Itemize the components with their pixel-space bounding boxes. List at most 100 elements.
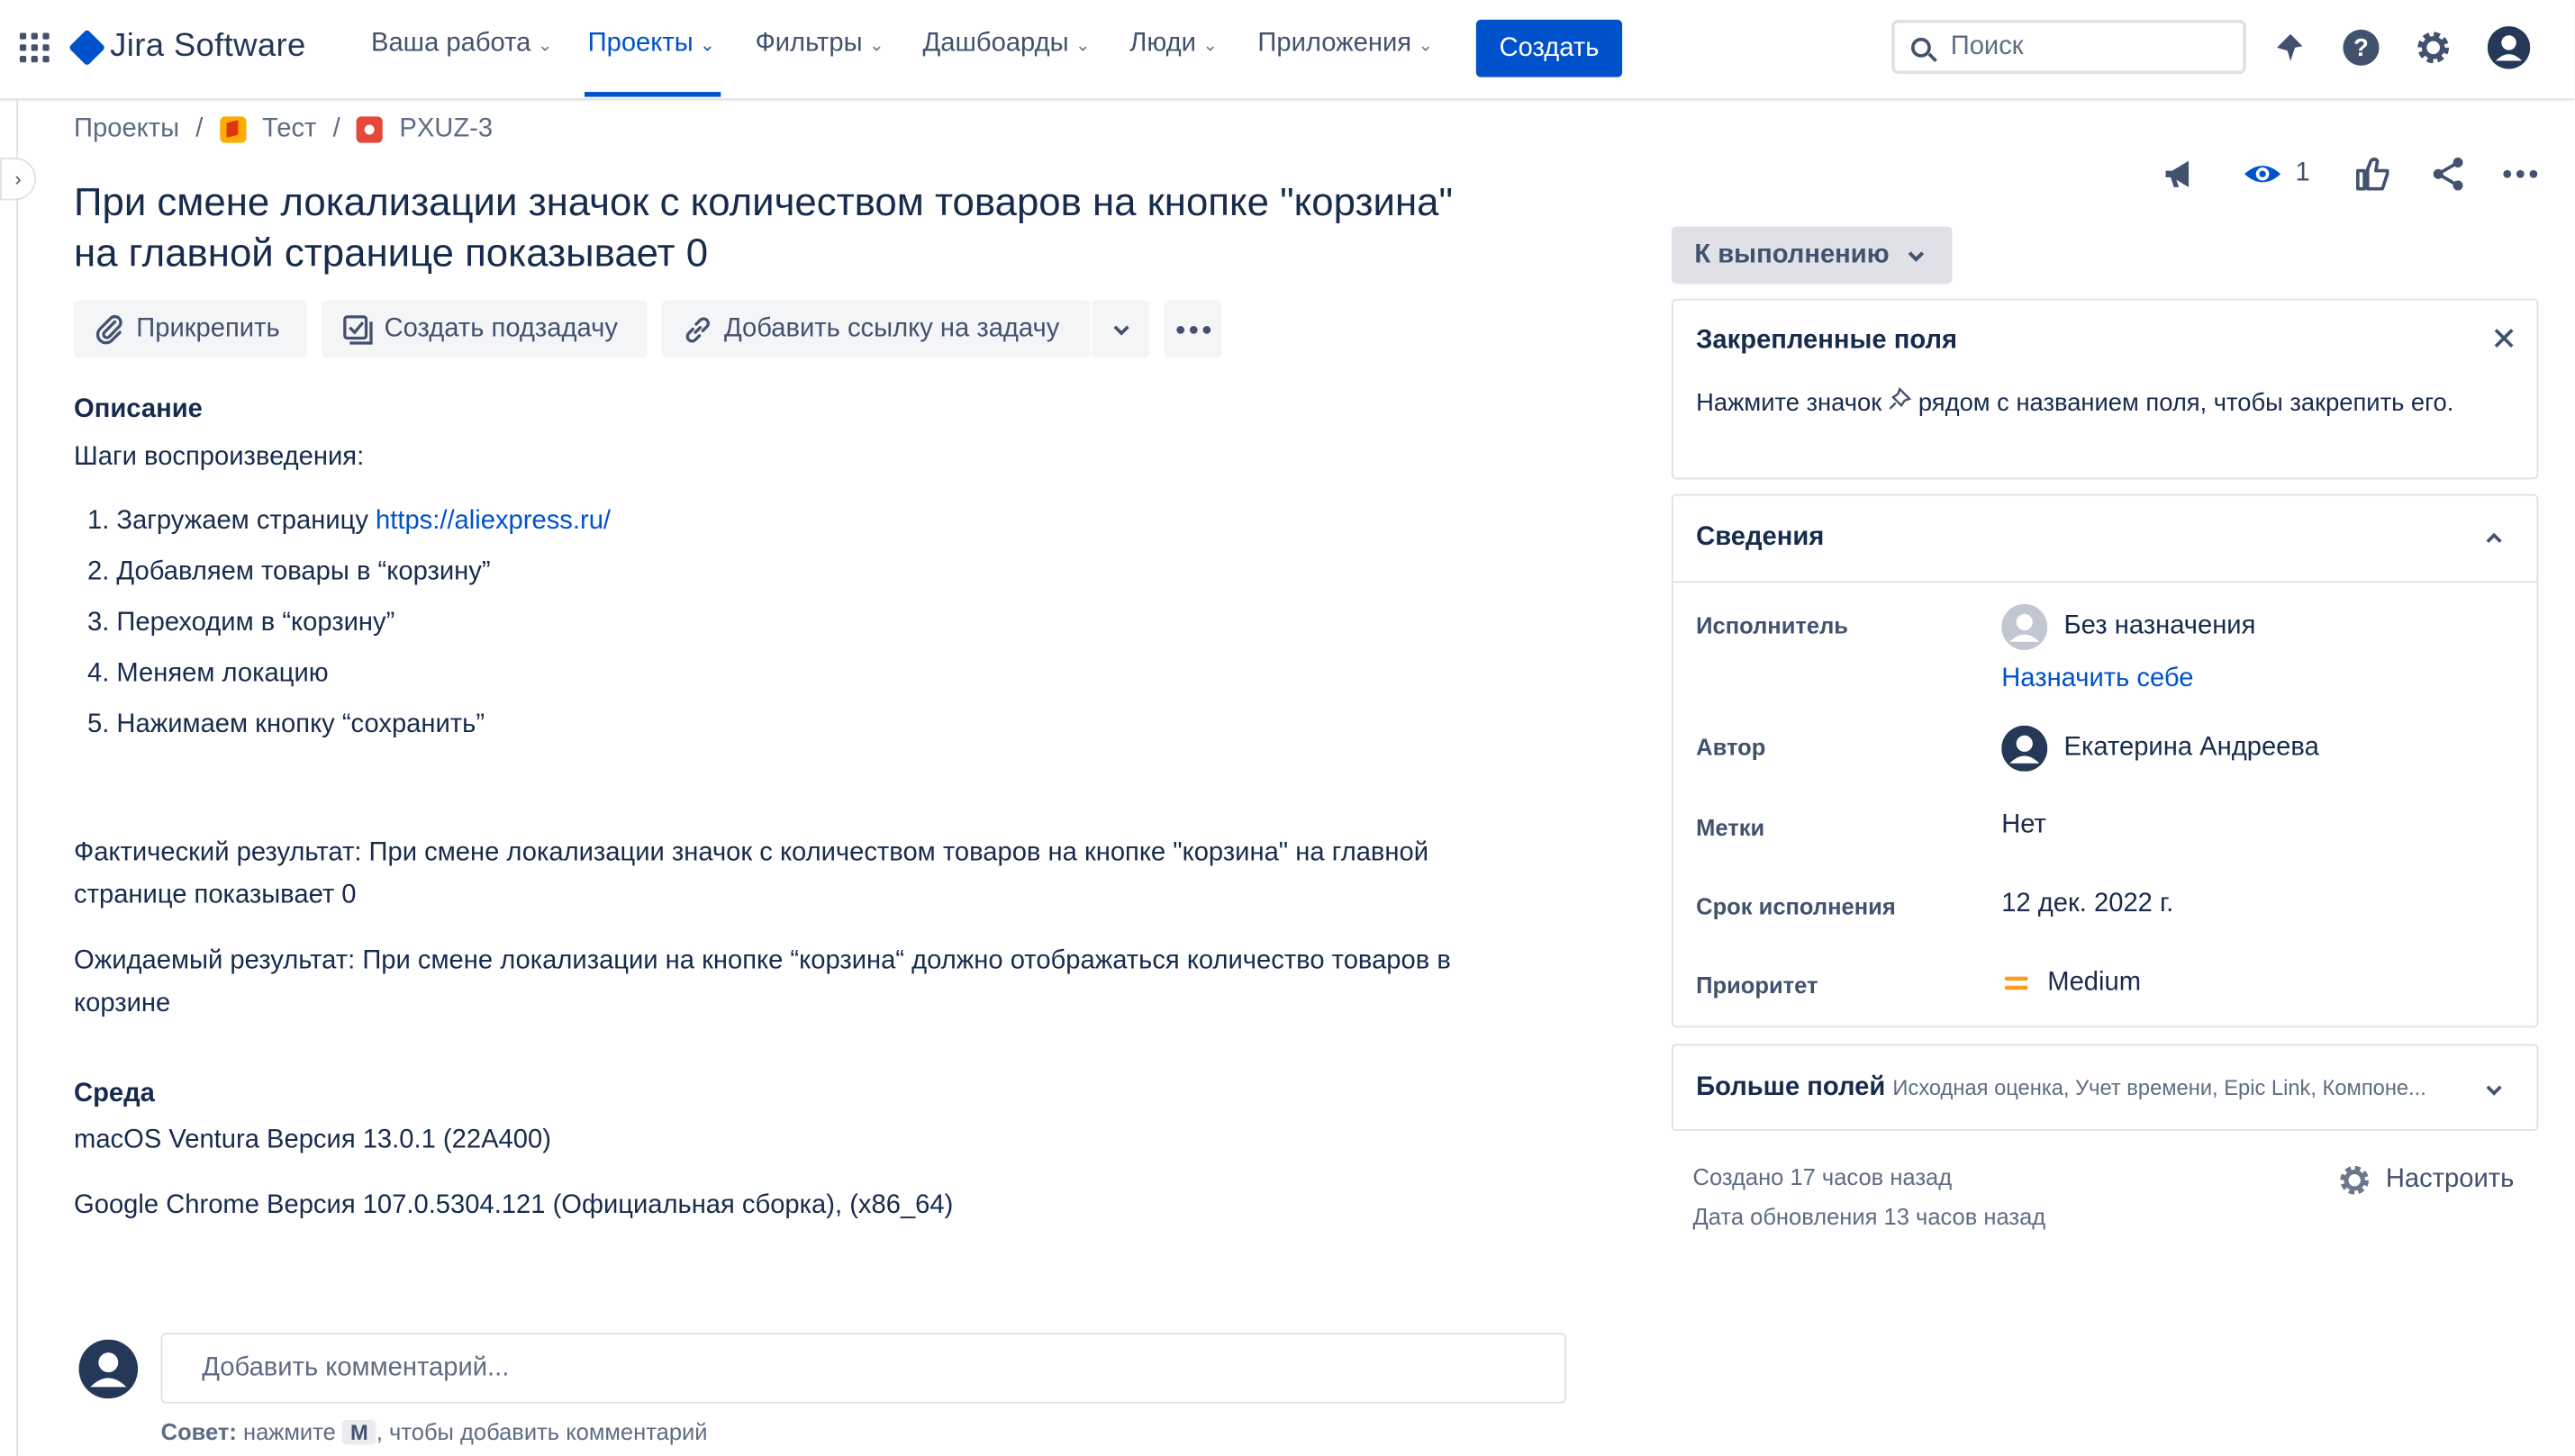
more-actions-icon[interactable]: [1164, 300, 1222, 358]
priority-label: Приоритет: [1696, 972, 1818, 999]
link-icon: [682, 312, 714, 345]
project-icon: [219, 116, 246, 143]
list-item: Меняем локацию: [116, 654, 611, 705]
chevron-down-icon: ⌄: [1418, 35, 1434, 56]
more-options-icon[interactable]: [2502, 153, 2538, 195]
nav-filters-label: Фильтры: [755, 29, 863, 58]
nav-people[interactable]: Люди ⌄: [1129, 30, 1218, 59]
assign-to-me-link[interactable]: Назначить себе: [2001, 665, 2193, 694]
priority-name: Medium: [2047, 968, 2142, 997]
nav-your-work-label: Ваша работа: [370, 29, 531, 58]
attach-label: Прикрепить: [136, 314, 280, 343]
breadcrumb-project[interactable]: Тест: [262, 115, 316, 145]
notifications-icon[interactable]: [2269, 26, 2311, 68]
nav-projects[interactable]: Проекты ⌄: [584, 29, 722, 97]
details-header[interactable]: Сведения: [1673, 496, 2537, 583]
settings-gear-icon[interactable]: [2412, 26, 2454, 68]
app-switcher-icon[interactable]: [19, 32, 50, 63]
reporter-label: Автор: [1696, 733, 1766, 761]
share-icon[interactable]: [2428, 153, 2468, 195]
steps-intro: Шаги воспроизведения:: [74, 443, 365, 472]
add-issue-link-button[interactable]: Добавить ссылку на задачу: [661, 300, 1091, 358]
chevron-up-icon: [2486, 532, 2502, 543]
tip-suffix: , чтобы добавить комментарий: [376, 1418, 708, 1445]
expand-sidebar-chevron-icon[interactable]: ›: [0, 158, 37, 201]
details-title: Сведения: [1696, 523, 1825, 552]
nav-dashboards-label: Дашбоарды: [922, 29, 1069, 58]
nav-people-label: Люди: [1129, 29, 1196, 58]
reporter-avatar-icon: [2001, 725, 2048, 772]
nav-dashboards[interactable]: Дашбоарды ⌄: [923, 30, 1091, 59]
comment-field[interactable]: [160, 1333, 1567, 1404]
priority-value[interactable]: Medium: [2001, 969, 2141, 999]
watchers-count: 1: [2295, 158, 2310, 187]
sidebar-divider: [16, 100, 19, 1456]
list-item: Добавляем товары в “корзину”: [116, 552, 611, 603]
svg-text:?: ?: [2353, 33, 2369, 61]
jira-logo[interactable]: Jira Software: [68, 27, 306, 66]
more-fields-title: Больше полей: [1696, 1073, 1886, 1102]
link-dropdown-chevron-icon[interactable]: [1092, 300, 1150, 358]
nav-filters[interactable]: Фильтры ⌄: [756, 30, 884, 59]
help-icon[interactable]: ?: [2340, 26, 2382, 68]
status-dropdown[interactable]: К выполнению: [1671, 226, 1953, 285]
nav-apps[interactable]: Приложения ⌄: [1257, 30, 1433, 59]
aliexpress-link[interactable]: https://aliexpress.ru/: [376, 507, 611, 535]
chevron-down-icon: ⌄: [1074, 35, 1091, 56]
watch-button[interactable]: 1: [2243, 153, 2310, 195]
list-item: Переходим в “корзину”: [116, 602, 611, 654]
top-navigation: Jira Software Ваша работа ⌄ Проекты ⌄ Филь…: [0, 0, 2575, 101]
paperclip-icon: [94, 312, 126, 345]
search-field[interactable]: [1891, 19, 2246, 75]
pinned-fields-hint: Нажмите значок рядом с названием поля, ч…: [1696, 385, 2484, 421]
create-subtask-button[interactable]: Создать подзадачу: [322, 300, 648, 358]
issue-title[interactable]: При смене локализации значок с количеств…: [74, 177, 1486, 279]
expected-result: Ожидаемый результат: При смене локализац…: [74, 946, 1451, 1018]
feedback-megaphone-icon[interactable]: [2161, 153, 2200, 195]
eye-icon: [2244, 166, 2281, 183]
profile-avatar-icon[interactable]: [2487, 26, 2531, 69]
configure-button[interactable]: Настроить: [2336, 1162, 2514, 1198]
nav-projects-label: Проекты: [587, 29, 694, 58]
tip-press: нажмите: [236, 1418, 342, 1445]
environment-heading: Среда: [74, 1080, 155, 1108]
search-input[interactable]: [1947, 30, 2217, 64]
breadcrumb-issue-key[interactable]: PXUZ-3: [399, 115, 493, 145]
close-icon[interactable]: [2494, 327, 2514, 357]
subtask-checkbox-icon: [341, 312, 374, 345]
updated-timestamp: Дата обновления 13 часов назад: [1692, 1203, 2046, 1230]
create-button[interactable]: Создать: [1475, 19, 1623, 77]
breadcrumb: Проекты / Тест / PXUZ-3: [74, 115, 493, 145]
created-timestamp: Создано 17 часов назад: [1692, 1163, 1953, 1190]
unassigned-avatar-icon: [2001, 603, 2048, 650]
due-date-value[interactable]: 12 дек. 2022 г.: [2001, 890, 2173, 919]
more-fields-panel[interactable]: Больше полей Исходная оценка, Учет време…: [1671, 1044, 2539, 1132]
chevron-down-icon: ⌄: [868, 35, 884, 56]
labels-label: Метки: [1696, 814, 1765, 841]
tip-prefix: Совет:: [160, 1418, 237, 1445]
priority-medium-icon: [2004, 976, 2028, 990]
pinned-fields-panel: Закрепленные поля Нажмите значок рядом с…: [1671, 298, 2539, 480]
reporter-value[interactable]: Екатерина Андреева: [2001, 725, 2319, 772]
environment-os: macOS Ventura Версия 13.0.1 (22A400): [74, 1126, 551, 1154]
comment-input[interactable]: [198, 1352, 1519, 1385]
due-date-label: Срок исполнения: [1696, 892, 1896, 919]
more-fields-header: Больше полей Исходная оценка, Учет време…: [1696, 1073, 2468, 1103]
status-label: К выполнению: [1694, 240, 1890, 269]
bug-issue-type-icon: [356, 116, 384, 143]
add-issue-link-label: Добавить ссылку на задачу: [723, 314, 1060, 343]
jira-logo-text: Jira Software: [110, 27, 306, 65]
breadcrumb-projects[interactable]: Проекты: [74, 115, 179, 145]
nav-your-work[interactable]: Ваша работа ⌄: [371, 30, 552, 59]
pinned-hint-text-before: Нажмите значок: [1696, 389, 1889, 418]
chevron-down-icon: ⌄: [537, 35, 553, 56]
nav-apps-label: Приложения: [1257, 29, 1412, 58]
step-text: Загружаем страницу: [116, 507, 376, 536]
description-heading: Описание: [74, 395, 203, 424]
environment-browser: Google Chrome Версия 107.0.5304.121 (Офи…: [74, 1191, 954, 1220]
labels-value[interactable]: Нет: [2001, 811, 2046, 841]
like-thumbs-up-icon[interactable]: [2353, 153, 2392, 195]
comment-tip: Совет: нажмите M, чтобы добавить коммент…: [160, 1418, 708, 1445]
attach-button[interactable]: Прикрепить: [74, 300, 307, 358]
assignee-value[interactable]: Без назначения: [2001, 603, 2255, 650]
